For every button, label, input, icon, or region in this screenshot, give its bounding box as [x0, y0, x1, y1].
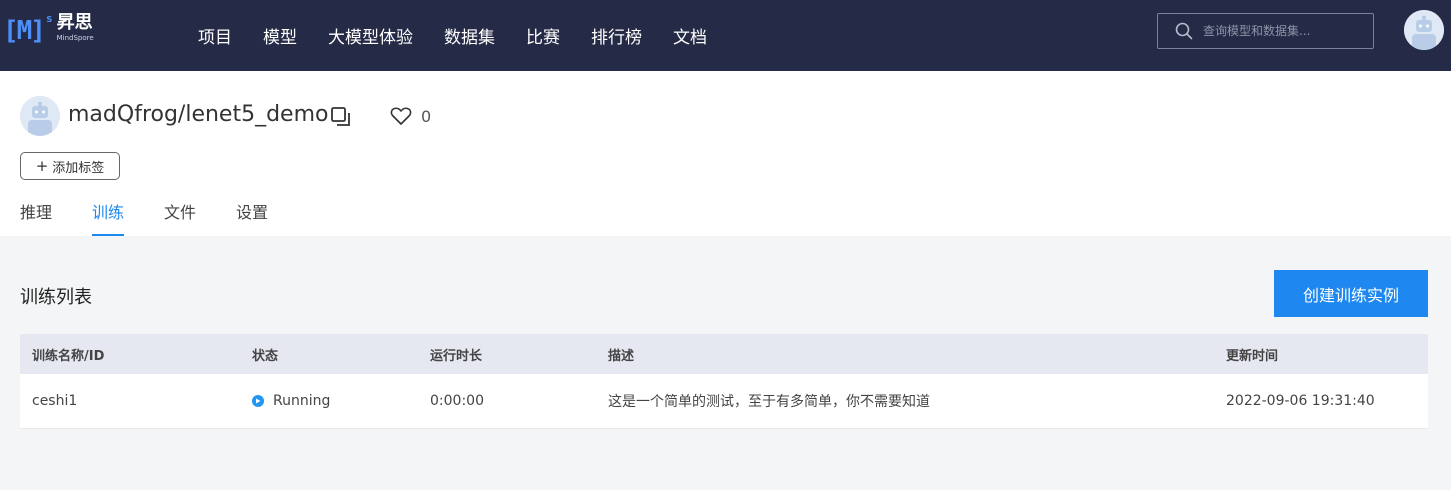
like-count: 0 — [421, 106, 432, 126]
user-avatar[interactable] — [1404, 10, 1444, 50]
status-text: Running — [273, 393, 331, 409]
repo-header: madQfrog/lenet5_demo 0 + 添加标签 推理 训练 文件 设… — [0, 71, 1451, 236]
nav-item-projects[interactable]: 项目 — [198, 23, 232, 48]
logo-subtitle: MindSpore — [56, 34, 94, 42]
status-badge: Running — [252, 393, 330, 409]
search-icon — [1175, 22, 1193, 40]
logo-name: 昇思 — [56, 12, 93, 33]
logo-mark: [M] s — [3, 12, 52, 46]
add-tag-button[interactable]: + 添加标签 — [20, 152, 120, 180]
column-header-status: 状态 — [252, 348, 279, 364]
repo-title: madQfrog/lenet5_demo — [68, 102, 329, 127]
repo-owner-avatar[interactable] — [20, 96, 60, 136]
tab-files[interactable]: 文件 — [164, 199, 196, 236]
training-table: 训练名称/ID 状态 运行时长 描述 更新时间 ceshi1 Running 0… — [20, 334, 1428, 429]
nav-item-leaderboard[interactable]: 排行榜 — [591, 23, 642, 48]
description-cell: 这是一个简单的测试，至于有多简单，你不需要知道 — [608, 394, 930, 410]
mindspore-logo[interactable]: [M] s 昇思 MindSpore — [3, 12, 94, 50]
heart-icon — [390, 107, 412, 125]
updated-time-cell: 2022-09-06 19:31:40 — [1226, 393, 1375, 409]
robot-avatar-icon — [1404, 10, 1444, 50]
search-box[interactable] — [1157, 13, 1374, 49]
robot-avatar-icon — [20, 96, 60, 136]
main-nav: 项目 模型 大模型体验 数据集 比赛 排行榜 文档 — [198, 0, 738, 71]
column-header-updated: 更新时间 — [1226, 348, 1279, 364]
nav-item-competitions[interactable]: 比赛 — [526, 23, 560, 48]
nav-item-docs[interactable]: 文档 — [673, 23, 707, 48]
tab-training[interactable]: 训练 — [92, 199, 125, 236]
top-navbar: [M] s 昇思 MindSpore 项目 模型 大模型体验 数据集 比赛 排行榜… — [0, 0, 1451, 71]
add-tag-label: 添加标签 — [52, 160, 105, 176]
play-icon — [252, 395, 264, 407]
repo-tabs: 推理 训练 文件 设置 — [20, 199, 308, 236]
duration-cell: 0:00:00 — [430, 393, 484, 409]
tab-settings[interactable]: 设置 — [236, 199, 268, 236]
like-button[interactable]: 0 — [390, 106, 431, 126]
table-row[interactable]: ceshi1 Running 0:00:00 这是一个简单的测试，至于有多简单，… — [20, 374, 1428, 429]
table-header: 训练名称/ID 状态 运行时长 描述 更新时间 — [20, 334, 1428, 374]
plus-icon: + — [35, 156, 49, 175]
training-name-link[interactable]: ceshi1 — [32, 393, 77, 409]
search-input[interactable] — [1203, 24, 1363, 38]
tab-inference[interactable]: 推理 — [20, 199, 52, 236]
copy-icon[interactable] — [330, 106, 352, 128]
page-title: 训练列表 — [20, 287, 92, 308]
nav-item-datasets[interactable]: 数据集 — [444, 23, 495, 48]
nav-item-llm-experience[interactable]: 大模型体验 — [328, 23, 413, 48]
nav-item-models[interactable]: 模型 — [263, 23, 297, 48]
create-training-button[interactable]: 创建训练实例 — [1274, 270, 1428, 317]
column-header-name: 训练名称/ID — [32, 348, 105, 364]
column-header-description: 描述 — [608, 348, 635, 364]
column-header-duration: 运行时长 — [430, 348, 483, 364]
